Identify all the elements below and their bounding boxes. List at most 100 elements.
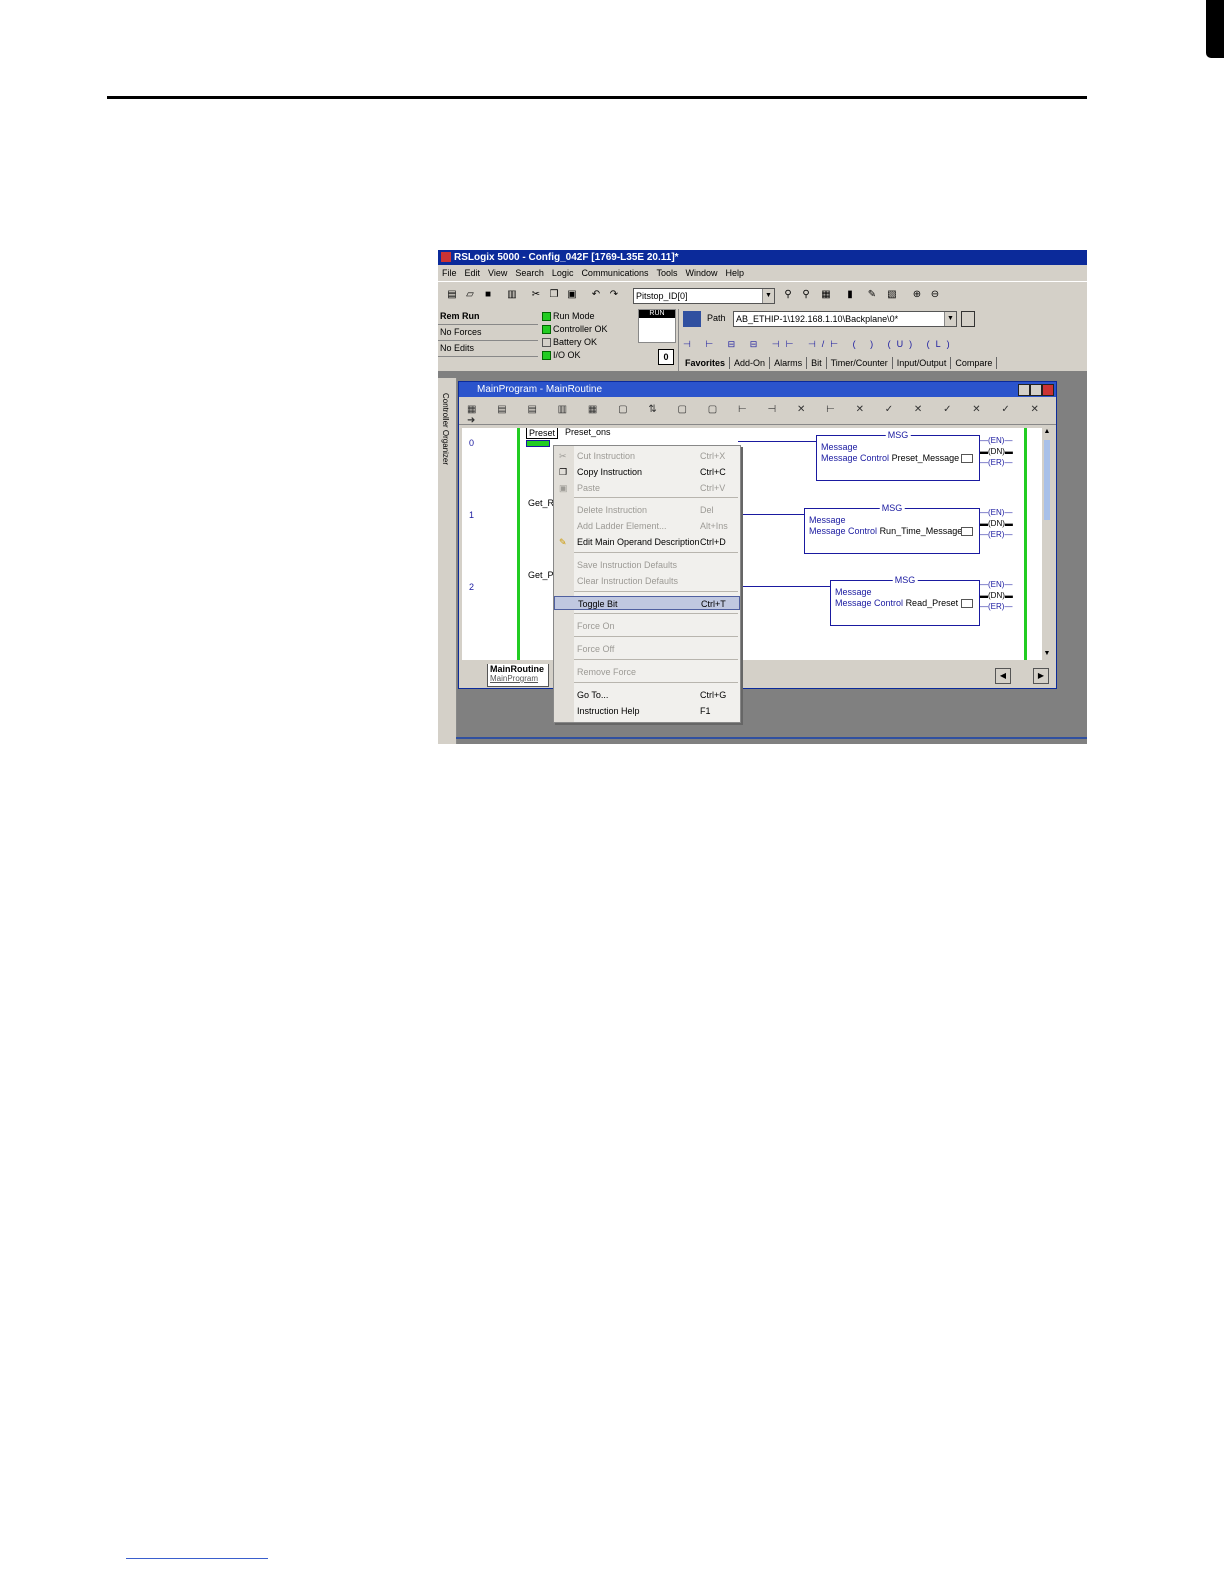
tab-timer-counter[interactable]: Timer/Counter [827, 357, 893, 369]
rung-tag-a[interactable]: Get_P [528, 570, 554, 580]
minimize-icon[interactable] [1018, 384, 1030, 396]
menu-item-edit-main-operand-description[interactable]: ✎ Edit Main Operand Description Ctrl+D [554, 535, 740, 549]
tab-add-on[interactable]: Add-On [730, 357, 771, 369]
scroll-right-icon[interactable]: ▶ [1033, 668, 1049, 684]
network-icon[interactable] [683, 311, 701, 327]
scroll-thumb[interactable] [1044, 440, 1050, 520]
save-icon[interactable]: ■ [482, 289, 494, 301]
ladder-editor[interactable]: 0 Preset Preset_ons MSG Message Message … [462, 428, 1052, 660]
tab-alarms[interactable]: Alarms [770, 357, 808, 369]
menu-item-label: Save Instruction Defaults [577, 560, 678, 570]
menu-item-force-on[interactable]: Force On [554, 619, 740, 633]
coil-er-label: ER [990, 458, 1002, 467]
menu-edit[interactable]: Edit [461, 265, 485, 281]
menu-item-instruction-help[interactable]: Instruction Help F1 [554, 704, 740, 718]
scroll-up-icon[interactable]: ▲ [1043, 428, 1051, 436]
path-browse-icon[interactable] [961, 311, 975, 327]
find-next-icon[interactable]: ⚲ [800, 289, 812, 301]
vertical-scrollbar[interactable]: ▲ ▼ [1042, 428, 1052, 660]
close-icon[interactable] [1042, 384, 1054, 396]
menu-item-label: Force On [577, 621, 615, 631]
menu-logic[interactable]: Logic [548, 265, 578, 281]
coil-dn: ▬(DN)▬ [980, 591, 1013, 600]
menu-item-paste[interactable]: ▣ Paste Ctrl+V [554, 481, 740, 495]
menu-item-shortcut: Ctrl+G [700, 690, 727, 700]
menu-file[interactable]: File [438, 265, 461, 281]
xic-contact[interactable] [526, 440, 550, 447]
msg-instruction[interactable]: MSG Message Message Control Run_Time_Mes… [804, 503, 980, 554]
menu-item-label: Clear Instruction Defaults [577, 576, 679, 586]
new-file-icon[interactable]: ▤ [446, 289, 458, 301]
maximize-icon[interactable] [1030, 384, 1042, 396]
instruction-palette[interactable]: ⊣ ⊢ ⊟ ⊟ ⊣⊢ ⊣/⊢ ( ) (U) (L) [683, 339, 956, 350]
menu-tools[interactable]: Tools [652, 265, 681, 281]
menu-item-shortcut: Ctrl+T [701, 599, 726, 609]
pencil-icon: ✎ [559, 537, 567, 547]
zoom-in-icon[interactable]: ⊕ [911, 289, 923, 301]
msg-instruction[interactable]: MSG Message Message Control Preset_Messa… [816, 430, 980, 481]
menu-item-add-ladder-element[interactable]: Add Ladder Element... Alt+Ins [554, 519, 740, 533]
menu-search[interactable]: Search [511, 265, 548, 281]
path-combo[interactable]: AB_ETHIP-1\192.168.1.10\Backplane\0* ▼ [733, 311, 957, 327]
tab-input-output[interactable]: Input/Output [893, 357, 952, 369]
cut-icon[interactable]: ✂ [530, 289, 542, 301]
menu-help[interactable]: Help [722, 265, 749, 281]
paste-icon[interactable]: ▣ [566, 289, 578, 301]
menu-item-toggle-bit[interactable]: Toggle Bit Ctrl+T [554, 596, 740, 610]
menu-item-shortcut: Del [700, 505, 714, 515]
msg-config-button[interactable] [961, 454, 973, 463]
tab-compare[interactable]: Compare [951, 357, 998, 369]
menu-window[interactable]: Window [681, 265, 721, 281]
path-dropdown-icon[interactable]: ▼ [944, 312, 956, 326]
routine-tab[interactable]: MainRoutine MainProgram [487, 664, 549, 687]
controller-status-panel: Rem Run No Forces No Edits Run Mode Cont… [438, 309, 678, 371]
controller-organizer-panel[interactable]: Controller Organizer [438, 378, 457, 744]
undo-icon[interactable]: ↶ [590, 289, 602, 301]
tab-bit[interactable]: Bit [807, 357, 827, 369]
open-folder-icon[interactable]: ▱ [464, 289, 476, 301]
msg-title: MSG [879, 503, 905, 513]
menu-item-force-off[interactable]: Force Off [554, 642, 740, 656]
menu-item-save-instruction-defaults[interactable]: Save Instruction Defaults [554, 558, 740, 572]
tab-favorites[interactable]: Favorites [681, 357, 731, 369]
coil-en-label: EN [990, 508, 1002, 517]
menu-item-copy-instruction[interactable]: ❐ Copy Instruction Ctrl+C [554, 465, 740, 479]
menu-item-label: Toggle Bit [578, 599, 618, 609]
ladder-toolbar-icons[interactable]: ▦ ▤ ▤ ▥ ▦ ▢ ⇅ ▢ ▢ ⊢ ⊣ ✕ ⊢ ✕ ✓ ✕ ✓ ✕ ✓ ✕ … [467, 404, 1056, 426]
app-icon [441, 252, 451, 262]
menu-view[interactable]: View [484, 265, 511, 281]
copy-icon[interactable]: ❐ [548, 289, 560, 301]
monitor-icon[interactable]: ▧ [886, 289, 898, 301]
tag-search-value: Pitstop_ID[0] [636, 291, 688, 301]
msg-config-button[interactable] [961, 527, 973, 536]
rung-tag-a[interactable]: Preset [526, 428, 559, 439]
left-power-rail [517, 428, 520, 660]
menu-item-delete-instruction[interactable]: Delete Instruction Del [554, 503, 740, 517]
scroll-down-icon[interactable]: ▼ [1043, 650, 1051, 658]
menu-item-label: Go To... [577, 690, 609, 700]
tag-search-combo[interactable]: Pitstop_ID[0] ▼ [633, 288, 775, 304]
ladder-toolbar: ▦ ▤ ▤ ▥ ▦ ▢ ⇅ ▢ ▢ ⊢ ⊣ ✕ ⊢ ✕ ✓ ✕ ✓ ✕ ✓ ✕ … [459, 398, 1056, 426]
scroll-left-icon[interactable]: ◀ [995, 668, 1011, 684]
find-icon[interactable]: ⚲ [782, 289, 794, 301]
path-label: Path [707, 313, 726, 323]
properties-icon[interactable]: ▮ [844, 289, 856, 301]
redo-icon[interactable]: ↷ [608, 289, 620, 301]
msg-config-button[interactable] [961, 599, 973, 608]
path-bar: Path AB_ETHIP-1\192.168.1.10\Backplane\0… [678, 309, 1087, 371]
menu-item-label: Delete Instruction [577, 505, 648, 515]
edit-icon[interactable]: ✎ [866, 289, 878, 301]
zoom-out-icon[interactable]: ⊖ [929, 289, 941, 301]
menu-item-cut-instruction[interactable]: ✂ Cut Instruction Ctrl+X [554, 449, 740, 463]
chevron-down-icon[interactable]: ▼ [762, 289, 774, 303]
menu-item-label: Remove Force [577, 667, 637, 677]
rung-tag-a[interactable]: Get_R [528, 498, 554, 508]
print-icon[interactable]: ▥ [506, 289, 518, 301]
menu-item-remove-force[interactable]: Remove Force [554, 665, 740, 679]
menu-item-clear-instruction-defaults[interactable]: Clear Instruction Defaults [554, 574, 740, 588]
paste-icon: ▣ [559, 483, 568, 493]
msg-instruction[interactable]: MSG Message Message Control Read_Preset [830, 575, 980, 626]
menu-item-go-to[interactable]: Go To... Ctrl+G [554, 688, 740, 702]
menu-communications[interactable]: Communications [577, 265, 652, 281]
verify-icon[interactable]: ▦ [820, 289, 832, 301]
